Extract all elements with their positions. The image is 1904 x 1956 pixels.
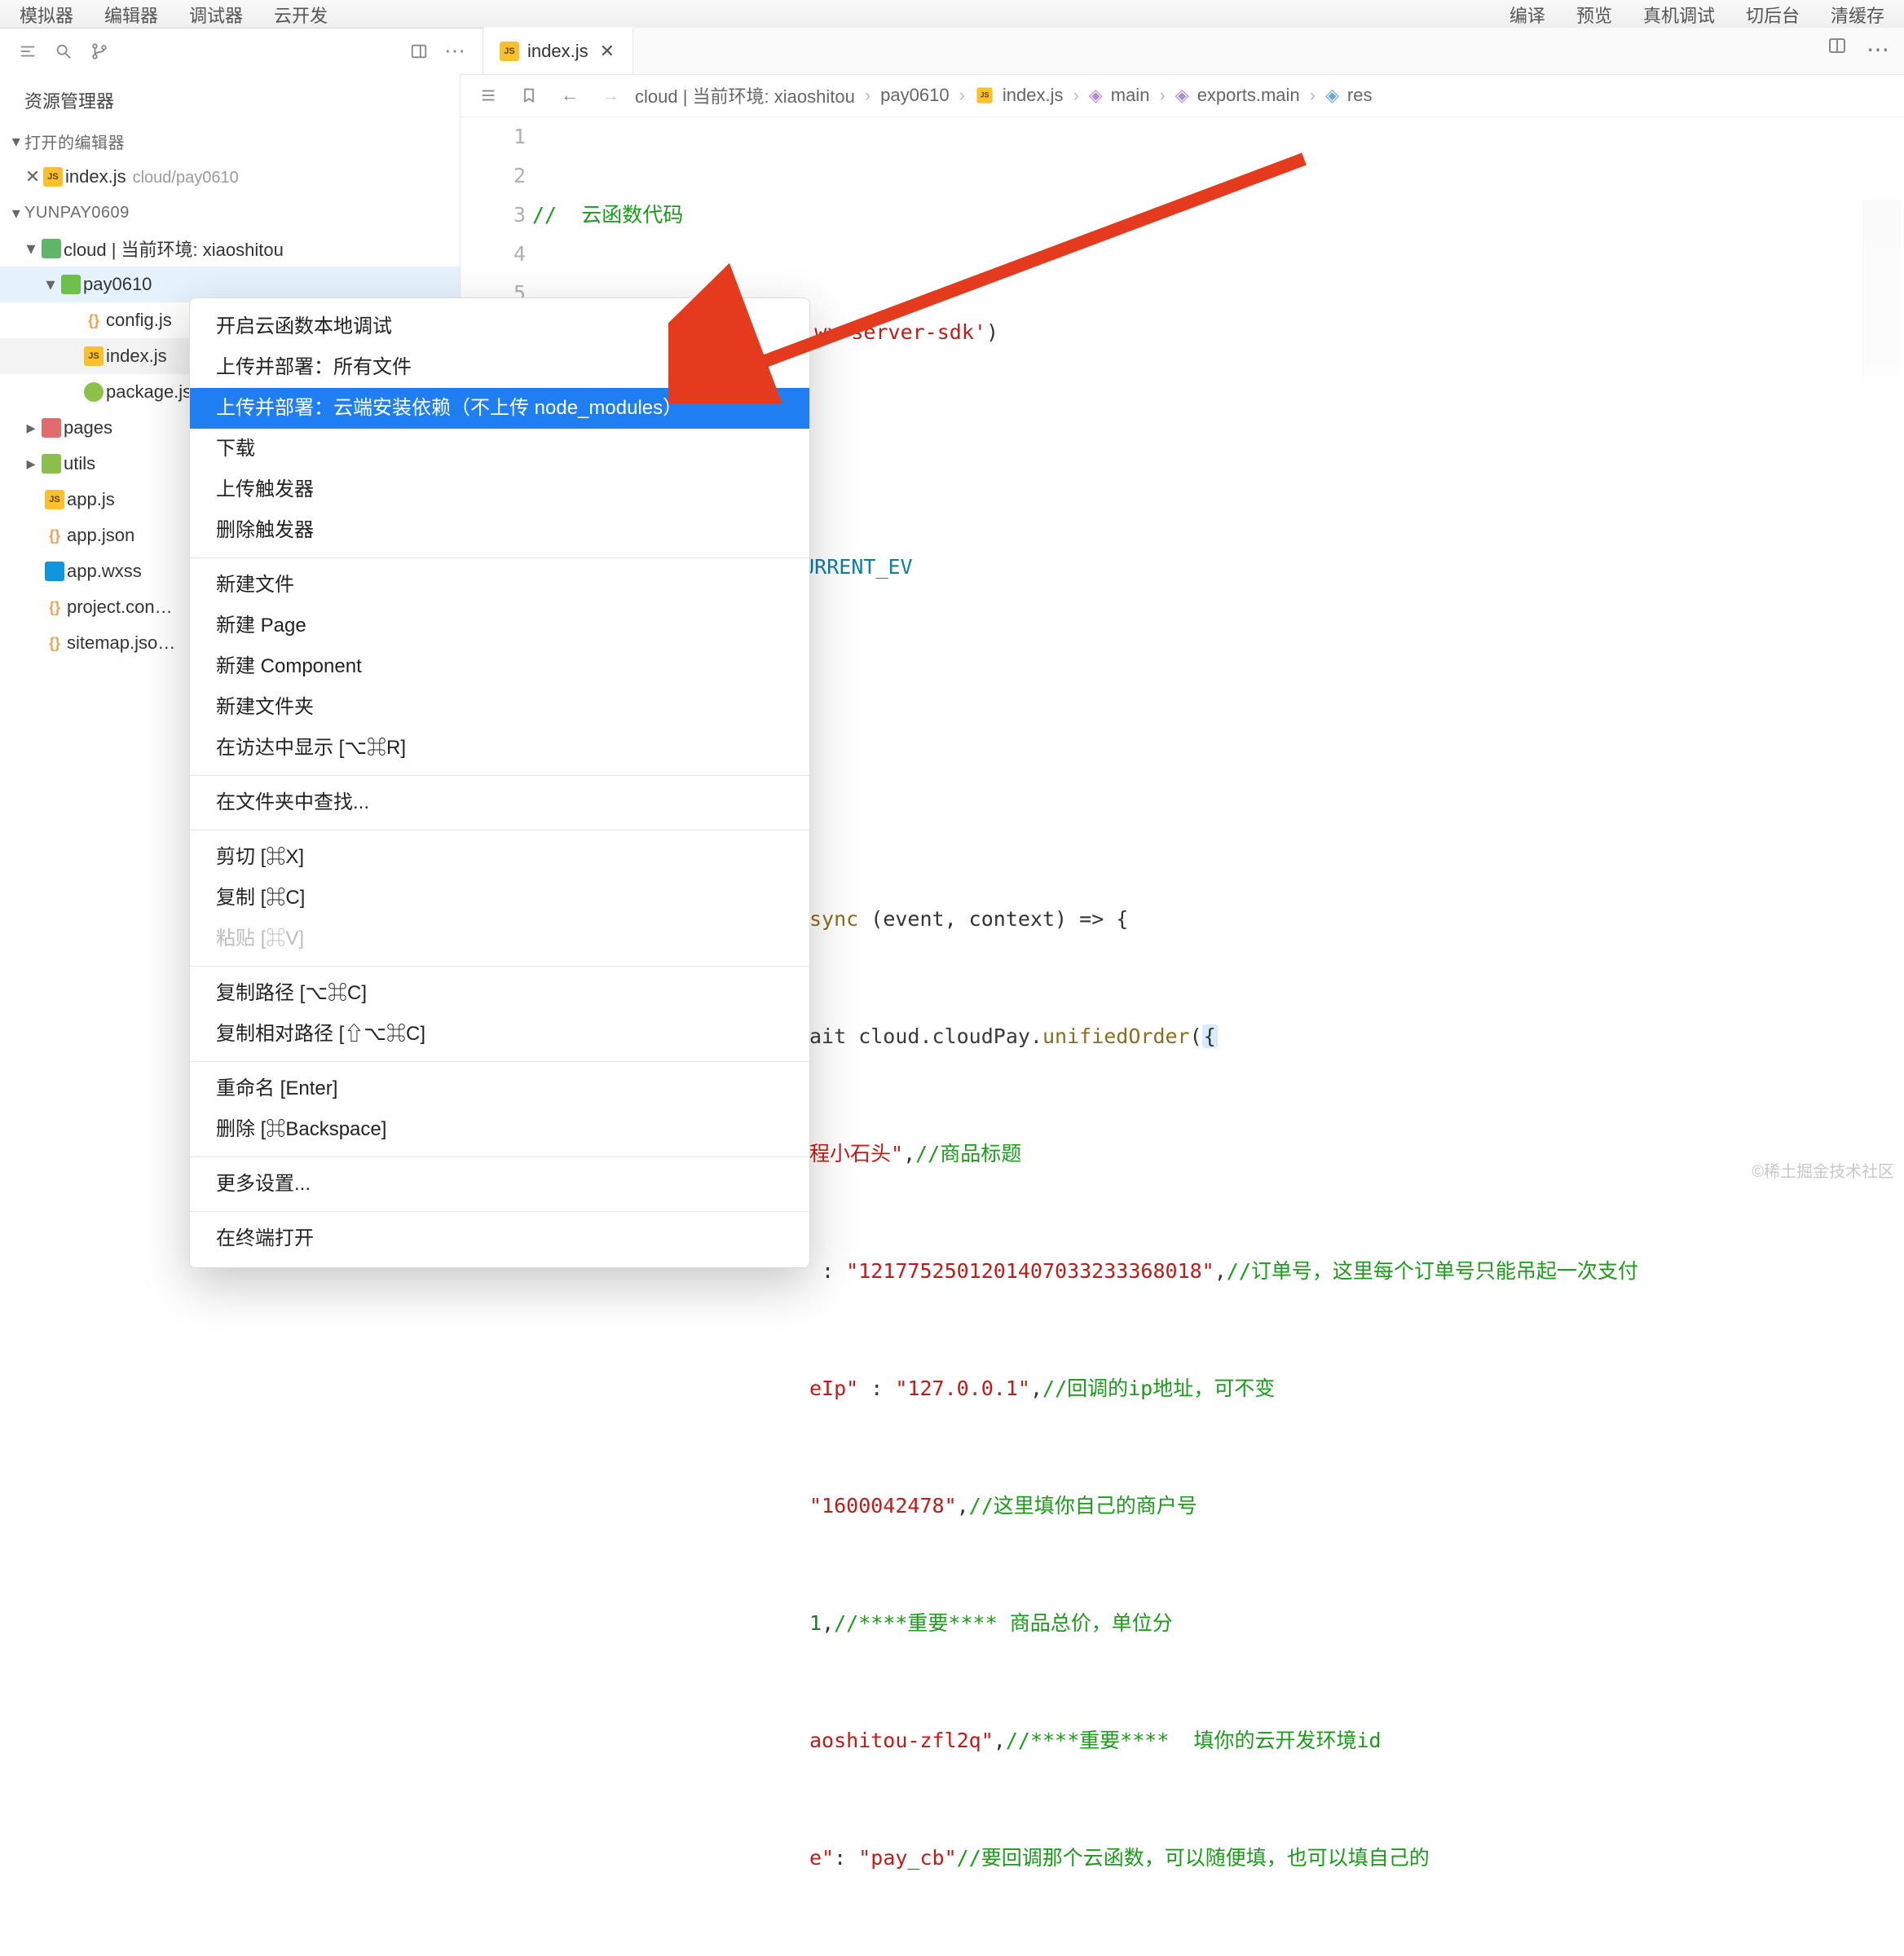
watermark: ©稀土掘金技术社区 — [1752, 1158, 1894, 1182]
context-menu-item[interactable]: 删除 [⌘Backspace] — [190, 1109, 809, 1150]
context-menu-item[interactable]: 新建 Page — [190, 606, 809, 646]
folder-icon — [61, 275, 81, 294]
context-menu-item[interactable]: 重命名 [Enter] — [190, 1068, 809, 1109]
chevron-down-icon: ▾ — [8, 131, 24, 152]
section-project-root[interactable]: ▾ YUNPAY0609 — [0, 195, 460, 231]
context-menu-item: 粘贴 [⌘V] — [190, 919, 809, 959]
json-icon: {} — [84, 311, 104, 330]
close-icon[interactable]: ✕ — [24, 166, 41, 187]
context-menu-item[interactable]: 删除触发器 — [190, 510, 809, 551]
chevron-down-icon: ▾ — [8, 203, 24, 223]
list-icon[interactable] — [472, 86, 505, 104]
toolbar-item[interactable]: 预览 — [1576, 2, 1612, 28]
breadcrumb-seg[interactable]: index.js — [1003, 85, 1064, 106]
toolbar-item[interactable]: 云开发 — [274, 2, 328, 28]
context-menu-item[interactable]: 复制 [⌘C] — [190, 878, 809, 919]
js-icon — [43, 167, 63, 187]
breadcrumb-seg[interactable]: pay0610 — [880, 85, 949, 106]
line-number: 4 — [461, 235, 526, 274]
tree-folder-cloud[interactable]: ▾ cloud | 当前环境: xiaoshitou — [0, 231, 460, 267]
chevron-right-icon: ▸ — [23, 453, 39, 474]
js-icon — [500, 42, 519, 61]
context-menu-item[interactable]: 新建文件 — [190, 565, 809, 606]
context-menu-item[interactable]: 开启云函数本地调试 — [190, 306, 809, 347]
js-icon — [976, 87, 992, 103]
breadcrumb-seg[interactable]: res — [1347, 85, 1373, 106]
context-menu-item[interactable]: 上传触发器 — [190, 469, 809, 510]
chevron-down-icon: ▾ — [42, 274, 59, 295]
breadcrumb-seg[interactable]: main — [1111, 85, 1150, 106]
context-menu-item[interactable]: 复制路径 [⌥⌘C] — [190, 973, 809, 1014]
toolbar-item[interactable]: 切后台 — [1746, 2, 1800, 28]
editor-tabbar: ⋯ index.js ✕ ⋯ — [0, 28, 1904, 75]
breadcrumb-seg[interactable]: cloud | 当前环境: xiaoshitou — [635, 82, 855, 108]
search-icon[interactable] — [47, 35, 80, 68]
js-icon — [45, 490, 64, 509]
json-icon: {} — [45, 597, 64, 617]
branch-icon[interactable] — [83, 35, 116, 68]
context-menu-item[interactable]: 上传并部署：云端安装依赖（不上传 node_modules） — [190, 388, 809, 429]
main-toolbar: 模拟器 编辑器 调试器 云开发 编译 预览 真机调试 切后台 清缓存 — [0, 0, 1904, 29]
open-editor-item[interactable]: ✕ index.jscloud/pay0610 — [0, 159, 460, 195]
section-open-editors[interactable]: ▾ 打开的编辑器 — [0, 123, 460, 159]
context-menu-item[interactable]: 下载 — [190, 429, 809, 469]
tab-indexjs[interactable]: index.js ✕ — [485, 27, 633, 74]
chevron-right-icon: ▸ — [23, 417, 39, 438]
split-editor-icon[interactable] — [1827, 36, 1847, 63]
context-menu-item[interactable]: 在访达中显示 [⌥⌘R] — [190, 728, 809, 769]
nav-back-icon[interactable]: ← — [553, 85, 586, 106]
context-menu-item[interactable]: 上传并部署：所有文件 — [190, 347, 809, 388]
toolbar-item[interactable]: 真机调试 — [1643, 2, 1715, 28]
context-menu-item[interactable]: 更多设置... — [190, 1164, 809, 1205]
minimap[interactable] — [1862, 199, 1901, 378]
toolbar-item[interactable]: 清缓存 — [1831, 2, 1884, 28]
context-menu-item[interactable]: 剪切 [⌘X] — [190, 837, 809, 878]
context-menu-item[interactable]: 新建文件夹 — [190, 687, 809, 728]
close-icon[interactable]: ✕ — [597, 41, 615, 62]
toolbar-item[interactable]: 调试器 — [189, 2, 243, 28]
cube-icon: ◈ — [1325, 85, 1339, 106]
package-icon — [84, 382, 104, 402]
cube-icon: ◈ — [1175, 85, 1189, 106]
breadcrumb: ← → cloud | 当前环境: xiaoshitou› pay0610› i… — [461, 74, 1904, 117]
toolbar-item[interactable]: 编辑器 — [104, 2, 158, 28]
context-menu-item[interactable]: 在文件夹中查找... — [190, 782, 809, 823]
context-menu-item[interactable]: 新建 Component — [190, 646, 809, 687]
breadcrumb-seg[interactable]: exports.main — [1197, 85, 1300, 106]
more-actions-icon[interactable]: ⋯ — [1867, 36, 1889, 63]
context-menu-item[interactable]: 在终端打开 — [190, 1218, 809, 1259]
layout-toggle-icon[interactable] — [403, 35, 435, 68]
line-number: 1 — [461, 117, 526, 156]
toolbar-item[interactable]: 编译 — [1510, 2, 1545, 28]
menu-icon[interactable] — [11, 35, 44, 68]
tab-label: index.js — [527, 41, 588, 62]
folder-icon — [42, 418, 61, 438]
js-icon — [84, 346, 104, 366]
context-menu-item[interactable]: 复制相对路径 [⇧⌥⌘C] — [190, 1014, 809, 1055]
json-icon: {} — [45, 526, 64, 545]
panel-title: 资源管理器 — [0, 74, 460, 123]
bookmark-icon[interactable] — [513, 86, 545, 104]
line-number: 3 — [461, 196, 526, 235]
nav-forward-icon[interactable]: → — [594, 85, 627, 106]
toolbar-item[interactable]: 模拟器 — [20, 2, 73, 28]
context-menu: 开启云函数本地调试上传并部署：所有文件上传并部署：云端安装依赖（不上传 node… — [189, 297, 810, 1268]
chevron-down-icon: ▾ — [23, 238, 39, 259]
more-icon[interactable]: ⋯ — [439, 35, 471, 68]
folder-icon — [42, 239, 61, 258]
wxss-icon — [45, 562, 64, 581]
json-icon: {} — [45, 633, 64, 653]
line-number: 2 — [461, 156, 526, 196]
folder-icon — [42, 454, 61, 474]
cube-icon: ◈ — [1089, 85, 1103, 106]
